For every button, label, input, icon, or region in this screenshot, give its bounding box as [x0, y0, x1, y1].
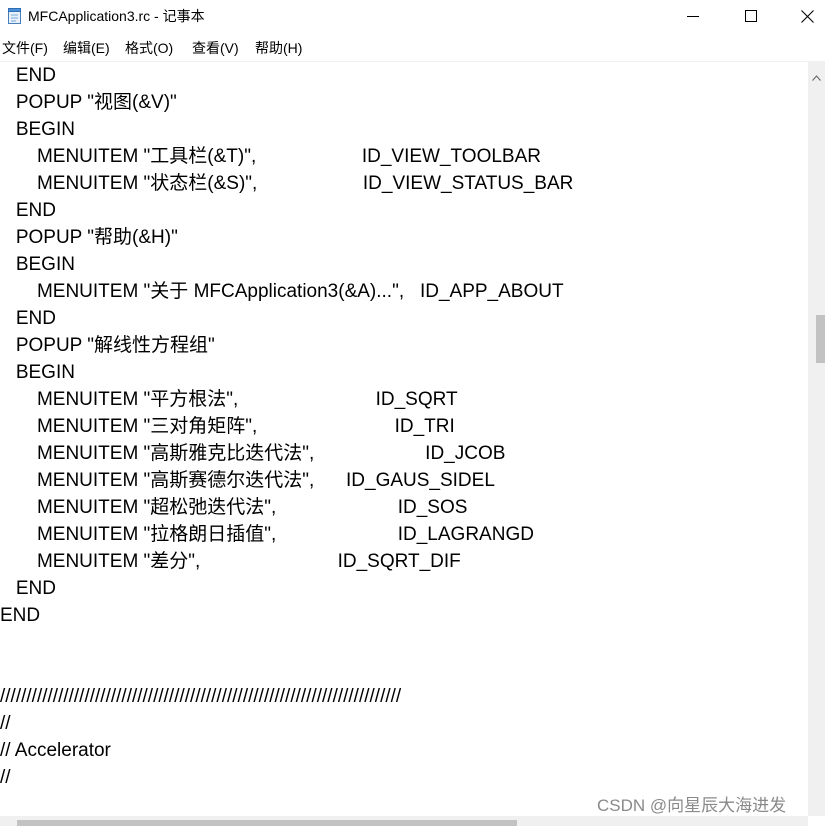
editor-line: BEGIN [0, 362, 75, 383]
editor-line: BEGIN [0, 254, 75, 275]
maximize-icon [745, 10, 757, 22]
editor-line: MENUITEM "高斯赛德尔迭代法", ID_GAUS_SIDEL [0, 470, 495, 491]
editor-line: ////////////////////////////////////////… [0, 686, 402, 707]
editor-line: END [0, 200, 56, 221]
menu-format[interactable]: 格式(O) [125, 39, 173, 57]
editor-line: MENUITEM "差分", ID_SQRT_DIF [0, 551, 461, 572]
editor-line: MENUITEM "超松弛迭代法", ID_SOS [0, 497, 468, 518]
notepad-window: MFCApplication3.rc - 记事本 文件(F) 编辑(E) 格式(… [0, 0, 825, 826]
menu-view[interactable]: 查看(V) [192, 39, 239, 57]
editor-line: MENUITEM "三对角矩阵", ID_TRI [0, 416, 455, 437]
editor-line: // Accelerator [0, 740, 111, 761]
editor-line: MENUITEM "关于 MFCApplication3(&A)...", ID… [0, 281, 564, 302]
menu-bar: 文件(F) 编辑(E) 格式(O) 查看(V) 帮助(H) [0, 36, 825, 58]
editor-line: MENUITEM "高斯雅克比迭代法", ID_JCOB [0, 443, 506, 464]
editor-line: MENUITEM "工具栏(&T)", ID_VIEW_TOOLBAR [0, 146, 541, 167]
horizontal-scrollbar[interactable] [0, 816, 808, 826]
text-editor[interactable]: END POPUP "视图(&V)" BEGIN MENUITEM "工具栏(&… [0, 62, 808, 816]
window-title: MFCApplication3.rc - 记事本 [28, 8, 205, 24]
menu-edit[interactable]: 编辑(E) [63, 39, 110, 57]
editor-line: POPUP "视图(&V)" [0, 92, 177, 113]
close-icon [801, 10, 814, 23]
editor-line: END [0, 578, 56, 599]
maximize-button[interactable] [722, 0, 780, 33]
close-button[interactable] [780, 0, 825, 33]
minimize-button[interactable] [664, 0, 722, 33]
menu-help[interactable]: 帮助(H) [255, 39, 302, 57]
editor-line: POPUP "解线性方程组" [0, 335, 215, 356]
editor-line: END [0, 65, 56, 86]
editor-line: END [0, 308, 56, 329]
editor-line: MENUITEM "拉格朗日插值", ID_LAGRANGD [0, 524, 534, 545]
scroll-up-arrow-icon[interactable] [812, 68, 821, 86]
watermark-text: CSDN @向星辰大海进发 [597, 796, 787, 815]
vertical-scrollbar[interactable] [808, 62, 825, 816]
editor-line: END [0, 605, 41, 626]
menu-file[interactable]: 文件(F) [2, 39, 48, 57]
vertical-scroll-thumb[interactable] [816, 315, 825, 363]
title-bar[interactable]: MFCApplication3.rc - 记事本 [0, 0, 825, 33]
editor-line: POPUP "帮助(&H)" [0, 227, 178, 248]
editor-line: MENUITEM "状态栏(&S)", ID_VIEW_STATUS_BAR [0, 173, 574, 194]
editor-line: // [0, 767, 11, 788]
editor-line: BEGIN [0, 119, 75, 140]
minimize-icon [687, 16, 699, 17]
notepad-icon [8, 8, 22, 24]
editor-line: // [0, 713, 11, 734]
horizontal-scroll-thumb[interactable] [17, 820, 517, 826]
editor-line: MENUITEM "平方根法", ID_SQRT [0, 389, 458, 410]
